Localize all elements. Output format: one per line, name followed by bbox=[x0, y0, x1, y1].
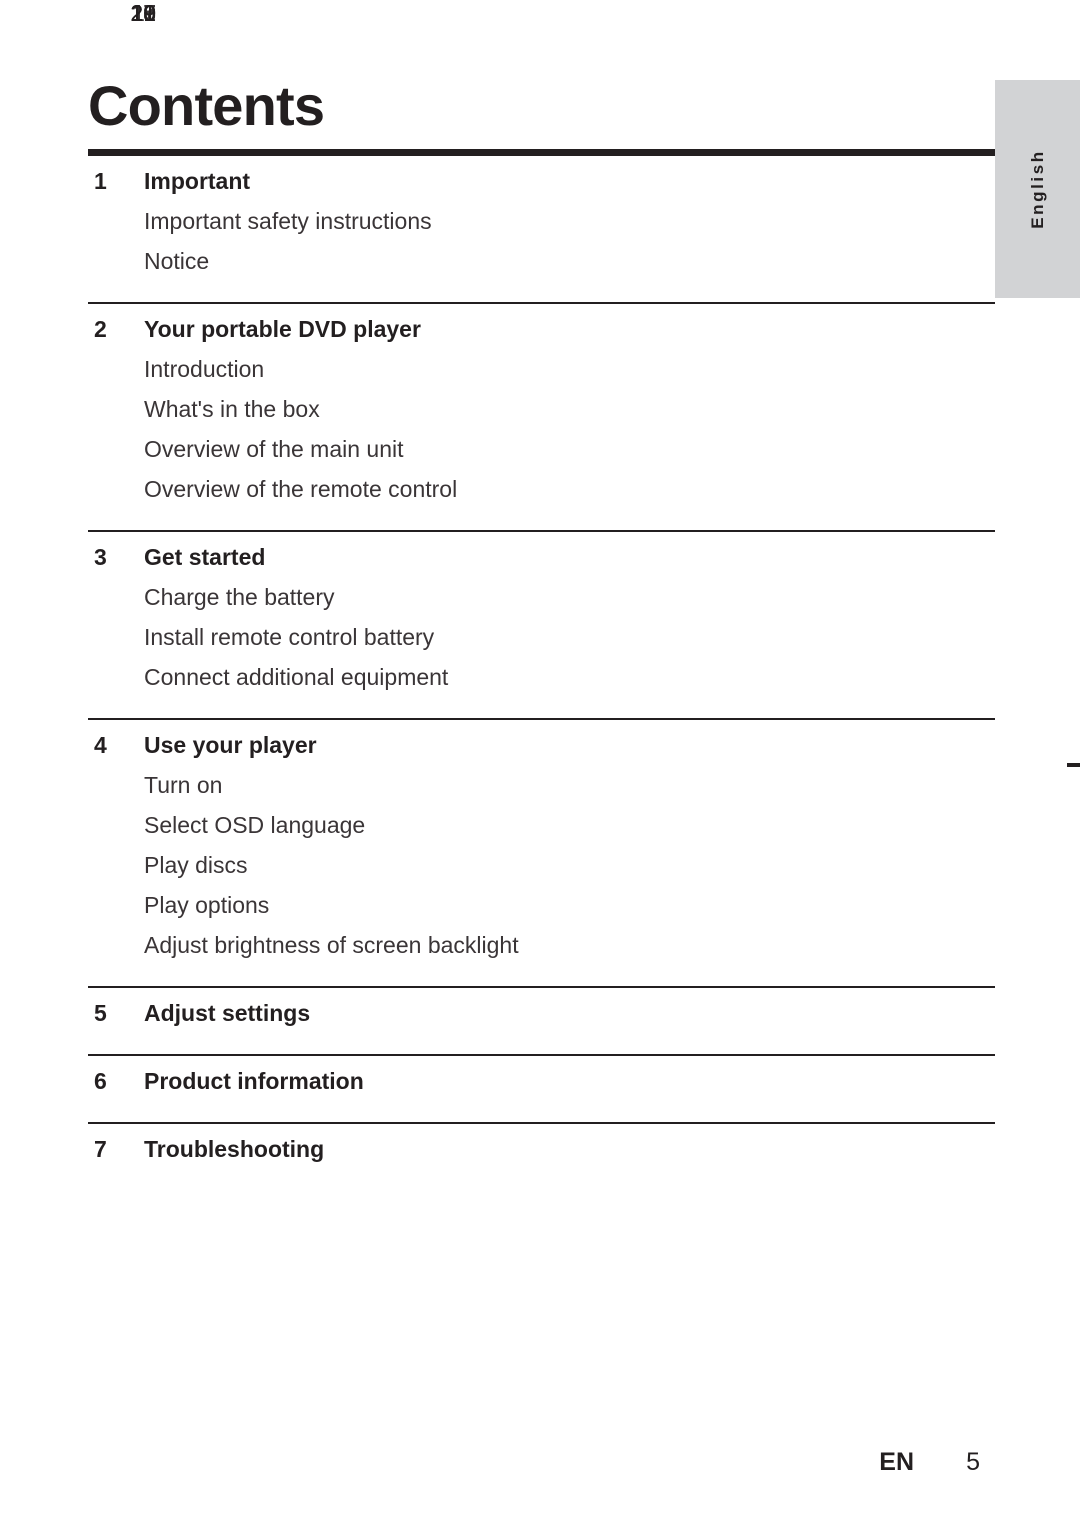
toc-chapter-row[interactable]: 5 Adjust settings 19 bbox=[88, 0, 978, 1040]
toc-chapter-page: 21 bbox=[130, 0, 156, 26]
toc-separator-space bbox=[88, 972, 980, 986]
toc-chapter: 5 Adjust settings 19 bbox=[88, 0, 980, 1040]
language-tab: English bbox=[995, 80, 1080, 298]
toc-chapter: 7 Troubleshooting 21 bbox=[88, 0, 980, 1176]
toc-entry-row[interactable]: Charge the battery 15 bbox=[88, 0, 978, 624]
toc-entry-label: Adjust brightness of screen backlight bbox=[144, 932, 519, 958]
toc-chapter-label: Use your player bbox=[144, 732, 317, 758]
toc-separator-space bbox=[88, 1040, 980, 1054]
title-rule bbox=[88, 149, 995, 156]
footer-language-code: EN bbox=[879, 1448, 914, 1476]
toc-chapter-label: Your portable DVD player bbox=[144, 316, 421, 342]
toc-entry-label: Install remote control battery bbox=[144, 624, 435, 650]
toc-chapter: 6 Product information 20 bbox=[88, 0, 980, 1108]
toc-chapter-row[interactable]: 4 Use your player 17 bbox=[88, 0, 978, 772]
toc-entry-row[interactable]: Overview of the remote control 13 bbox=[88, 0, 978, 516]
toc-entry-row[interactable]: Adjust brightness of screen backlight 19 bbox=[88, 0, 978, 972]
page-title: Contents bbox=[88, 74, 325, 137]
toc-separator-space bbox=[88, 704, 980, 718]
toc-separator-space bbox=[88, 516, 980, 530]
toc-entry-row[interactable]: Connect additional equipment 16 bbox=[88, 0, 978, 704]
toc-entry-row[interactable]: What's in the box 10 bbox=[88, 0, 978, 436]
language-tab-label: English bbox=[1027, 149, 1047, 229]
toc-entry-label: Important safety instructions bbox=[144, 208, 432, 234]
crop-mark-icon bbox=[1067, 763, 1080, 767]
toc-entry-row[interactable]: Overview of the main unit 11 bbox=[88, 0, 978, 476]
toc-entry-row[interactable]: Play options 18 bbox=[88, 0, 978, 932]
toc-list: 1 Important 6 Important safety instructions… bbox=[88, 0, 995, 1176]
toc-entry-label: Play discs bbox=[144, 852, 248, 878]
toc-chapter: 4 Use your player 17 Turn on 17 Select OSD la… bbox=[88, 0, 980, 972]
toc-entry-row[interactable]: Important safety instructions 6 bbox=[88, 0, 978, 248]
toc-entry-row[interactable]: Select OSD language 17 bbox=[88, 0, 978, 852]
toc-chapter-label: Important bbox=[144, 168, 251, 194]
page-canvas: English Contents 1 Important 6 Important sa… bbox=[0, 0, 1080, 1528]
toc-entry-label: Turn on bbox=[144, 772, 223, 798]
toc-chapter-label: Get started bbox=[144, 544, 266, 570]
toc-chapter-row[interactable]: 7 Troubleshooting 21 bbox=[88, 0, 978, 1176]
toc-chapter: 1 Important 6 Important safety instructions… bbox=[88, 0, 980, 288]
toc-entry-label: Connect additional equipment bbox=[144, 664, 449, 690]
toc-chapter: 2 Your portable DVD player 9 Introduction 9 W… bbox=[88, 0, 980, 516]
page-footer: EN 5 bbox=[88, 1448, 980, 1477]
toc-separator-space bbox=[88, 288, 980, 302]
toc-chapter-row[interactable]: 6 Product information 20 bbox=[88, 0, 978, 1108]
toc-entry-row[interactable]: Notice 8 bbox=[88, 0, 978, 288]
toc-entry-label: Notice bbox=[144, 248, 210, 274]
toc-entry-label: What's in the box bbox=[144, 396, 320, 422]
contents-column: Contents 1 Important 6 Important safety ins… bbox=[88, 0, 995, 1176]
toc-entry-row[interactable]: Turn on 17 bbox=[88, 0, 978, 812]
toc-separator-space bbox=[88, 1108, 980, 1122]
toc-chapter-row[interactable]: 3 Get started 15 bbox=[88, 0, 978, 584]
toc-entry-label: Introduction bbox=[144, 356, 265, 382]
toc-chapter: 3 Get started 15 Charge the battery 15 Instal… bbox=[88, 0, 980, 704]
toc-entry-label: Select OSD language bbox=[144, 812, 366, 838]
toc-chapter-label: Product information bbox=[144, 1068, 364, 1094]
toc-entry-label: Overview of the remote control bbox=[144, 476, 458, 502]
toc-entry-row[interactable]: Play discs 18 bbox=[88, 0, 978, 892]
toc-entry-label: Overview of the main unit bbox=[144, 436, 404, 462]
toc-chapter-label: Adjust settings bbox=[144, 1000, 311, 1026]
toc-chapter-row[interactable]: 2 Your portable DVD player 9 bbox=[88, 0, 978, 356]
toc-entry-row[interactable]: Install remote control battery 16 bbox=[88, 0, 978, 664]
footer-page-number: 5 bbox=[966, 1448, 980, 1476]
toc-entry-row[interactable]: Introduction 9 bbox=[88, 0, 978, 396]
toc-entry-label: Charge the battery bbox=[144, 584, 335, 610]
toc-entry-label: Play options bbox=[144, 892, 270, 918]
toc-chapter-label: Troubleshooting bbox=[144, 1136, 325, 1162]
toc-chapter-row[interactable]: 1 Important 6 bbox=[88, 0, 978, 208]
